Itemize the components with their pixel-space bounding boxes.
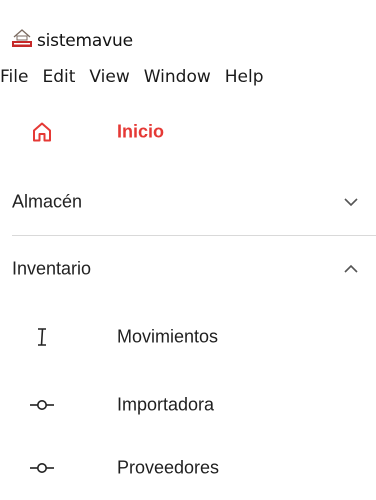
chevron-up-icon	[344, 264, 358, 273]
menu-bar: File Edit View Window Help	[0, 58, 376, 96]
divider	[12, 235, 376, 236]
commit-icon	[29, 392, 55, 418]
nav-item-movimientos[interactable]: Movimientos	[0, 305, 376, 369]
nav-item-label: Inicio	[117, 121, 165, 142]
nav-item-importadora[interactable]: Importadora	[0, 373, 376, 437]
nav-item-inicio[interactable]: Inicio	[0, 100, 376, 164]
commit-icon	[29, 455, 55, 481]
text-cursor-icon	[29, 324, 55, 350]
title-bar: sistemavue	[0, 0, 376, 58]
nav-item-label: Movimientos	[117, 326, 219, 347]
chevron-down-icon	[344, 198, 358, 207]
nav-item-label: Proveedores	[117, 457, 220, 478]
nav-group-label: Inventario	[12, 258, 92, 279]
menu-window[interactable]: Window	[144, 67, 217, 87]
menu-edit[interactable]: Edit	[42, 67, 81, 87]
nav-group-inventario[interactable]: Inventario	[0, 237, 376, 301]
menu-help[interactable]: Help	[225, 67, 270, 87]
home-icon	[29, 119, 55, 145]
menu-view[interactable]: View	[89, 67, 135, 87]
nav-group-almacen[interactable]: Almacén	[0, 170, 376, 234]
nav-item-proveedores[interactable]: Proveedores	[0, 436, 376, 500]
nav-group-label: Almacén	[12, 191, 83, 212]
menu-file[interactable]: File	[0, 67, 34, 87]
app-logo-icon	[12, 29, 32, 47]
nav-item-label: Importadora	[117, 394, 215, 415]
window-title: sistemavue	[37, 31, 133, 51]
